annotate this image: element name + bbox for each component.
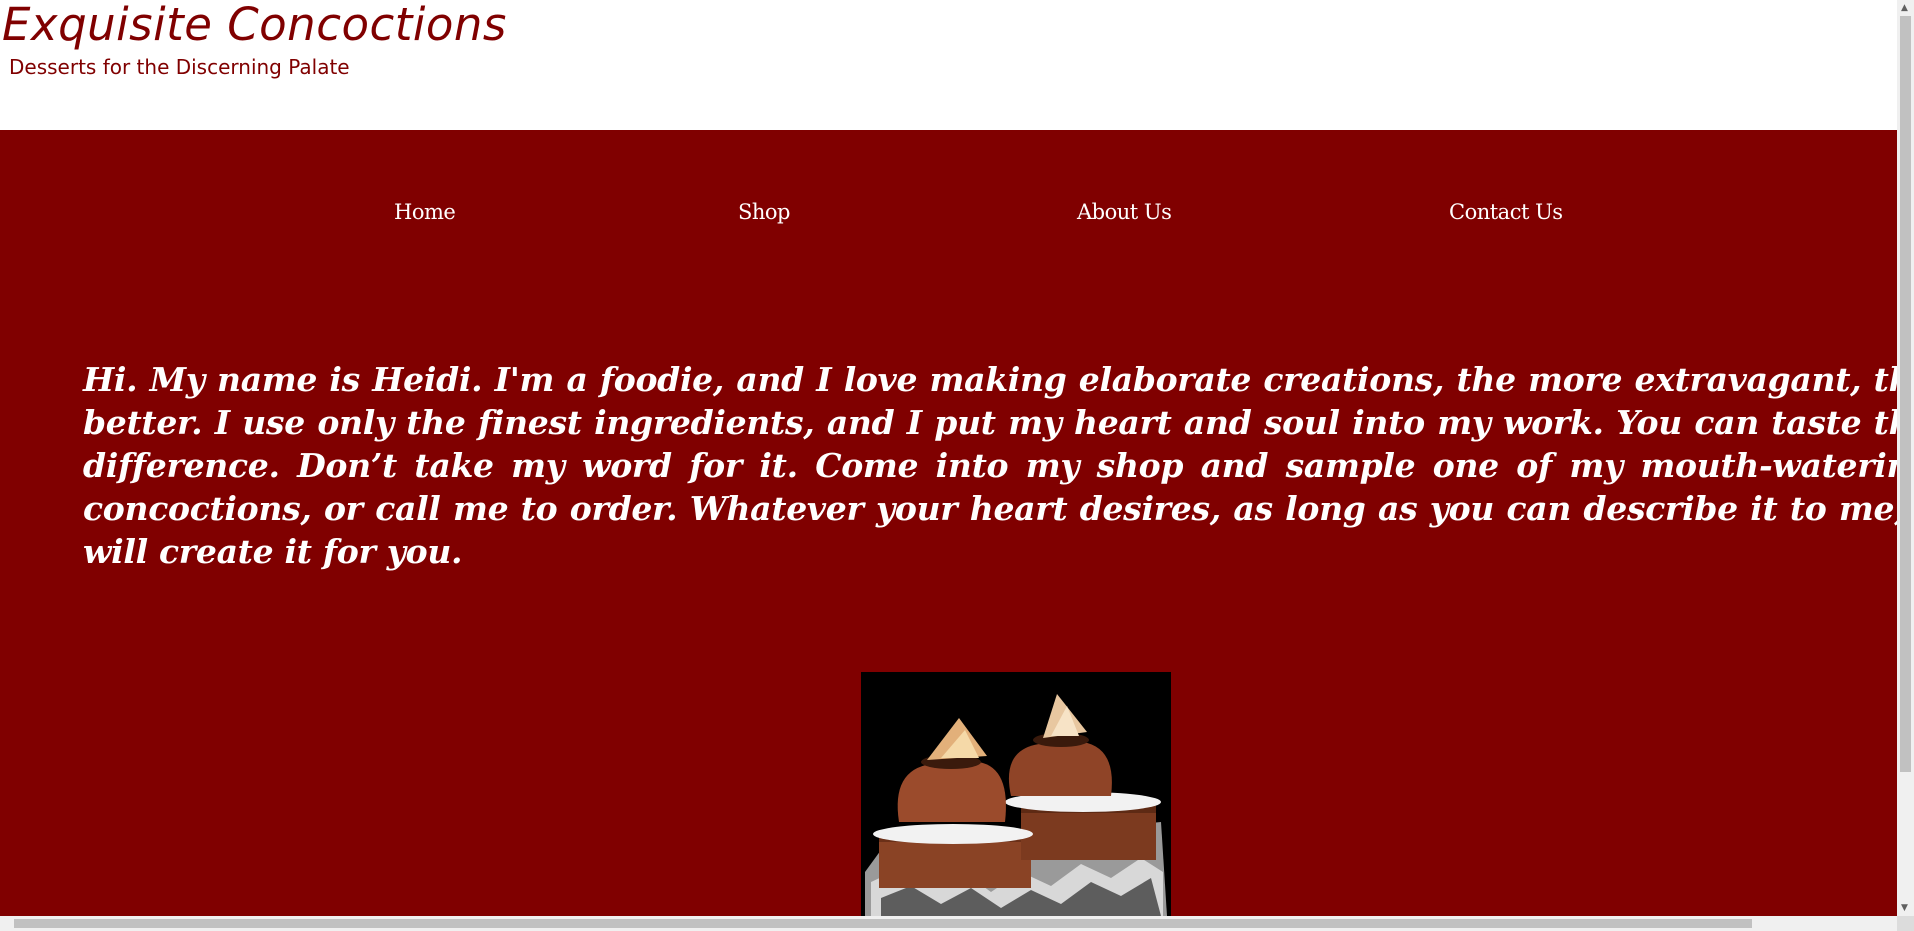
site-tagline: Desserts for the Discerning Palate — [9, 55, 350, 79]
main-content: Home Shop About Us Contact Us Hi. My nam… — [0, 130, 1897, 916]
site-title: Exquisite Concoctions — [2, 0, 507, 51]
site-header: Exquisite Concoctions Desserts for the D… — [0, 0, 1897, 130]
nav-link-home[interactable]: Home — [394, 200, 456, 224]
vertical-scroll-thumb[interactable] — [1900, 16, 1911, 772]
main-nav: Home Shop About Us Contact Us — [0, 200, 1897, 240]
nav-link-about-us[interactable]: About Us — [1077, 200, 1172, 224]
scroll-up-arrow-icon[interactable]: ▲ — [1901, 3, 1908, 13]
intro-paragraph: Hi. My name is Heidi. I'm a foodie, and … — [83, 360, 1897, 571]
dessert-photo — [861, 672, 1171, 916]
nav-link-contact-us[interactable]: Contact Us — [1449, 200, 1563, 224]
horizontal-scrollbar[interactable] — [0, 916, 1897, 931]
scrollbar-corner — [1897, 916, 1914, 931]
nav-link-shop[interactable]: Shop — [738, 200, 791, 224]
vertical-scrollbar[interactable]: ▲ ▼ — [1897, 0, 1914, 916]
horizontal-scroll-thumb[interactable] — [14, 919, 1752, 928]
scroll-down-arrow-icon[interactable]: ▼ — [1901, 903, 1908, 913]
